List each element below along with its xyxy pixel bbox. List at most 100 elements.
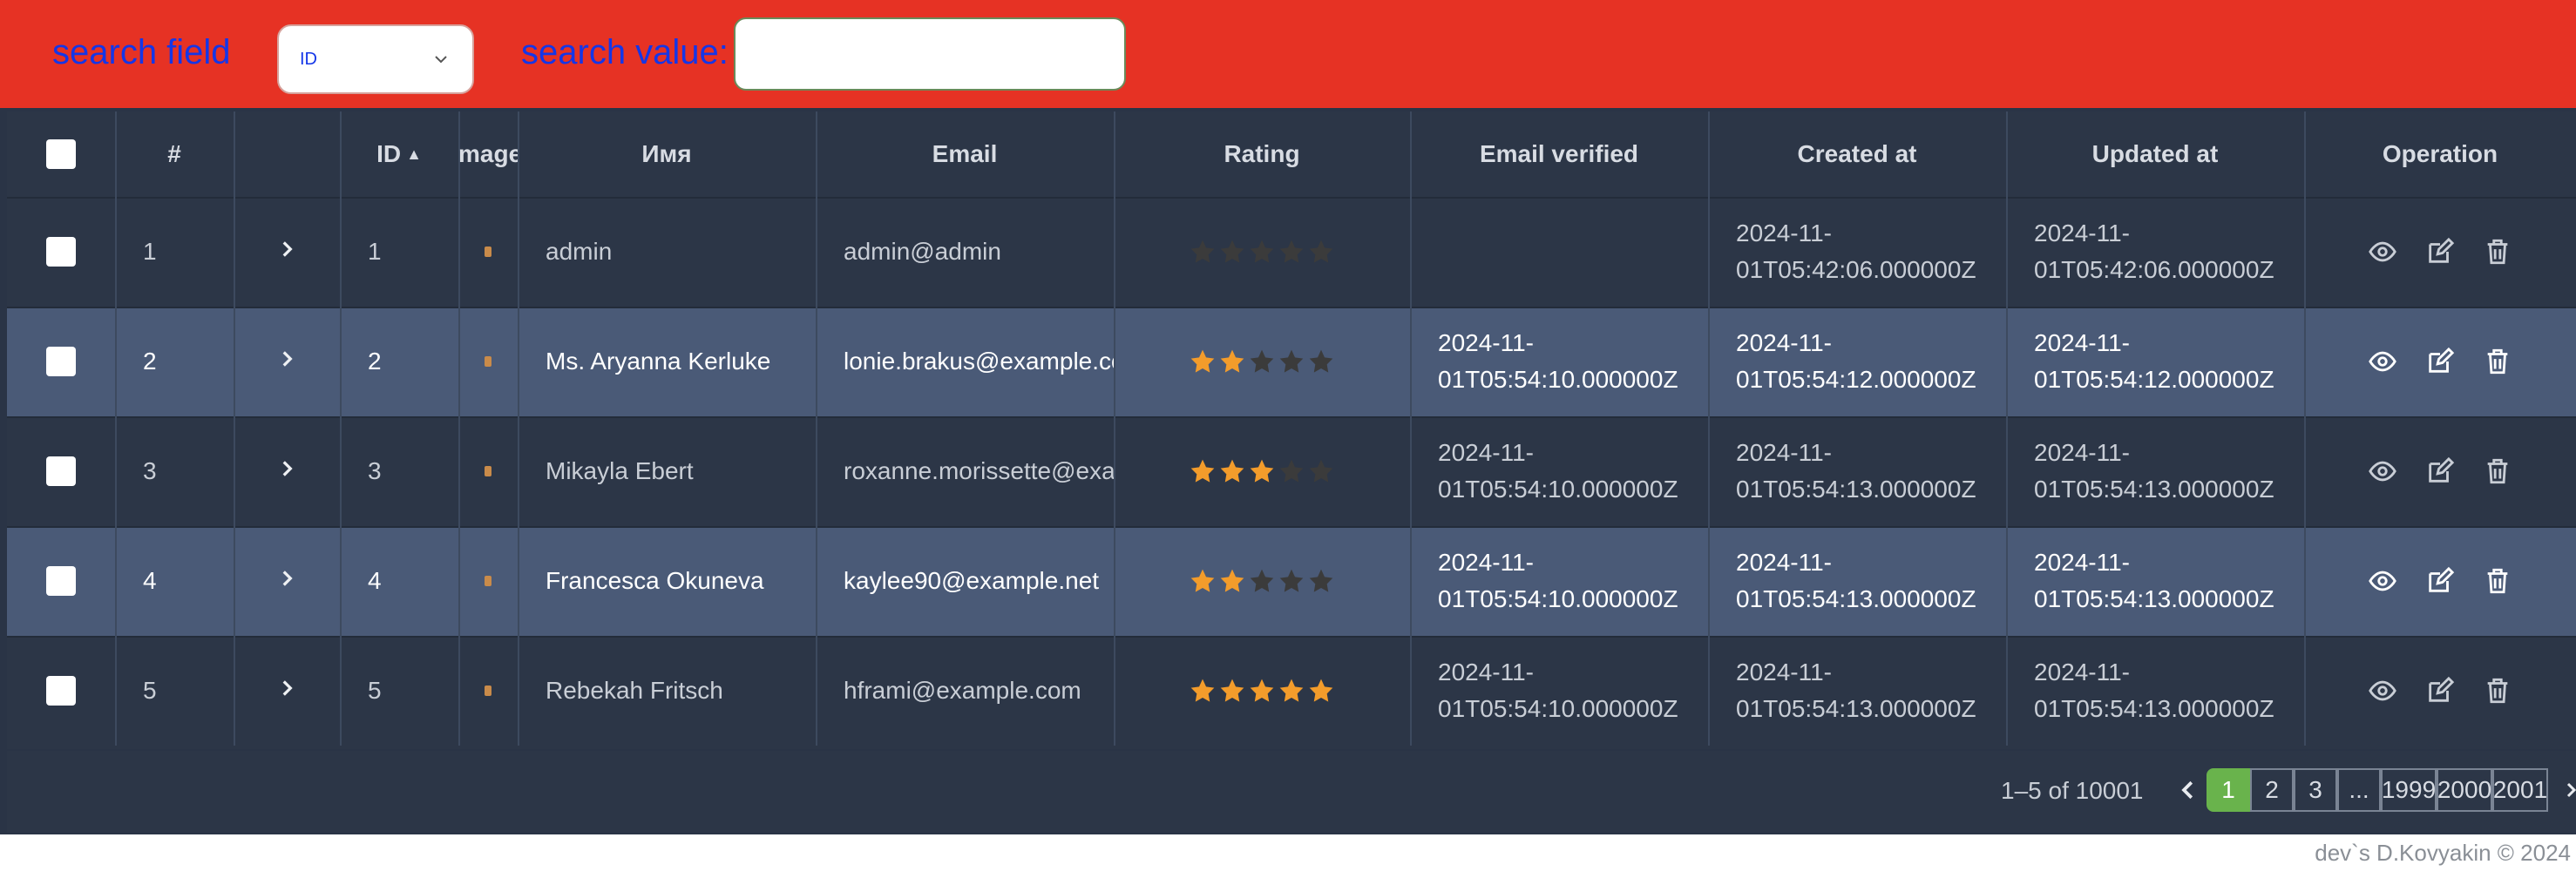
table-cell (7, 307, 115, 416)
users-table: # ID ▲ mage Имя Email Rating Email verified Crea… (7, 111, 2576, 749)
table-cell (7, 526, 115, 636)
select-all-checkbox[interactable] (46, 139, 76, 169)
row-checkbox[interactable] (46, 237, 76, 267)
updated-at-line1: 2024-11- (2034, 220, 2131, 247)
delete-trash-icon[interactable] (2483, 237, 2512, 267)
table-cell: Ms. Aryanna Kerluke (518, 307, 816, 416)
table-cell: 2024-11- 01T05:54:13.000000Z (1708, 526, 2006, 636)
page-button[interactable]: 2 (2250, 768, 2294, 812)
updated-at-line1: 2024-11- (2034, 658, 2131, 686)
table-footer: 1–5 of 10001 1 2 3... 1999 2000 2001 (7, 751, 2576, 833)
table-cell (1114, 416, 1410, 526)
created-at-line1: 2024-11- (1736, 220, 1833, 247)
table-row: 5 5 Rebekah Fritsch hframi@example.com 2024-… (7, 636, 2576, 746)
table-cell: kaylee90@example.net (816, 526, 1114, 636)
delete-trash-icon[interactable] (2483, 566, 2512, 596)
table-cell: 2024-11- 01T05:54:10.000000Z (1410, 636, 1708, 746)
star-empty-icon (1220, 240, 1244, 263)
row-checkbox[interactable] (46, 347, 76, 376)
row-number: 5 (143, 677, 157, 704)
table-cell: 2024-11- 01T05:54:13.000000Z (2006, 636, 2304, 746)
header-cell: Operation (2304, 111, 2576, 197)
search-field-select[interactable]: ID (277, 24, 474, 94)
user-email: roxanne.morissette@exa (844, 457, 1114, 484)
table-cell: 2024-11- 01T05:54:10.000000Z (1410, 416, 1708, 526)
updated-at-line2: 01T05:54:13.000000Z (2034, 476, 2274, 503)
header-cell: Created at (1708, 111, 2006, 197)
sort-asc-icon[interactable]: ▲ (406, 145, 422, 164)
page-button[interactable]: 2001 (2492, 768, 2548, 812)
star-empty-icon (1309, 349, 1333, 373)
page-button[interactable]: ... (2337, 768, 2381, 812)
header-cell: # (115, 111, 234, 197)
chevron-left-icon[interactable] (2175, 777, 2201, 803)
delete-trash-icon[interactable] (2483, 347, 2512, 376)
search-value-input[interactable] (734, 17, 1126, 91)
user-email: hframi@example.com (844, 677, 1081, 704)
page-button[interactable]: 3 (2294, 768, 2337, 812)
email-verified-line2: 01T05:54:10.000000Z (1438, 476, 1678, 503)
header-cell: Email verified (1410, 111, 1708, 197)
email-verified-line1: 2024-11- (1438, 329, 1535, 356)
table-cell: 2024-11- 01T05:54:13.000000Z (1708, 636, 2006, 746)
header-cell: Email (816, 111, 1114, 197)
updated-at: 2024-11- 01T05:54:13.000000Z (2034, 435, 2274, 508)
table-cell: 3 (340, 416, 458, 526)
header-label: # (167, 140, 181, 167)
row-id: 5 (368, 677, 382, 704)
table-cell: 2 (340, 307, 458, 416)
edit-icon[interactable] (2425, 566, 2455, 596)
star-empty-icon (1309, 459, 1333, 483)
star-empty-icon (1250, 240, 1274, 263)
created-at: 2024-11- 01T05:54:13.000000Z (1736, 544, 1976, 618)
created-at-line2: 01T05:54:13.000000Z (1736, 695, 1976, 722)
table-cell (234, 416, 340, 526)
header-label: Created at (1797, 140, 1917, 167)
edit-icon[interactable] (2425, 676, 2455, 706)
row-number: 4 (143, 567, 157, 594)
email-verified: 2024-11- 01T05:54:10.000000Z (1438, 325, 1678, 398)
edit-icon[interactable] (2425, 347, 2455, 376)
page-button[interactable]: 2000 (2437, 768, 2492, 812)
delete-trash-icon[interactable] (2483, 456, 2512, 486)
view-eye-icon[interactable] (2368, 566, 2397, 596)
row-checkbox[interactable] (46, 566, 76, 596)
page-button[interactable]: 1999 (2381, 768, 2437, 812)
updated-at: 2024-11- 01T05:54:12.000000Z (2034, 325, 2274, 398)
expand-chevron-icon[interactable] (275, 567, 298, 596)
view-eye-icon[interactable] (2368, 237, 2397, 267)
delete-trash-icon[interactable] (2483, 676, 2512, 706)
view-eye-icon[interactable] (2368, 456, 2397, 486)
view-eye-icon[interactable] (2368, 347, 2397, 376)
expand-chevron-icon[interactable] (275, 238, 298, 267)
page-button[interactable]: 1 (2207, 768, 2250, 812)
table-cell: roxanne.morissette@exa (816, 416, 1114, 526)
table-cell (1410, 197, 1708, 307)
created-at-line2: 01T05:54:13.000000Z (1736, 585, 1976, 612)
table-cell: Rebekah Fritsch (518, 636, 816, 746)
table-cell (458, 307, 518, 416)
row-checkbox[interactable] (46, 676, 76, 706)
copyright: dev`s D.Kovyakin © 2024 (2315, 840, 2571, 866)
updated-at-line1: 2024-11- (2034, 549, 2131, 576)
expand-chevron-icon[interactable] (275, 348, 298, 376)
expand-chevron-icon[interactable] (275, 677, 298, 706)
header-cell: Rating (1114, 111, 1410, 197)
view-eye-icon[interactable] (2368, 676, 2397, 706)
page-footer (0, 834, 2576, 878)
chevron-right-icon[interactable] (2560, 777, 2576, 803)
header-cell[interactable]: ID ▲ (340, 111, 458, 197)
search-field-value: ID (300, 50, 317, 69)
table-cell: 2024-11- 01T05:42:06.000000Z (1708, 197, 2006, 307)
edit-icon[interactable] (2425, 237, 2455, 267)
expand-chevron-icon[interactable] (275, 457, 298, 486)
star-filled-icon (1190, 679, 1215, 702)
star-empty-icon (1279, 569, 1304, 592)
search-value-label: search value: (521, 33, 729, 71)
row-checkbox[interactable] (46, 456, 76, 486)
header-label: mage (458, 140, 518, 167)
user-name: admin (546, 238, 613, 265)
updated-at: 2024-11- 01T05:54:13.000000Z (2034, 654, 2274, 727)
edit-icon[interactable] (2425, 456, 2455, 486)
table-header-row: # ID ▲ mage Имя Email Rating Email verified Crea… (7, 111, 2576, 197)
